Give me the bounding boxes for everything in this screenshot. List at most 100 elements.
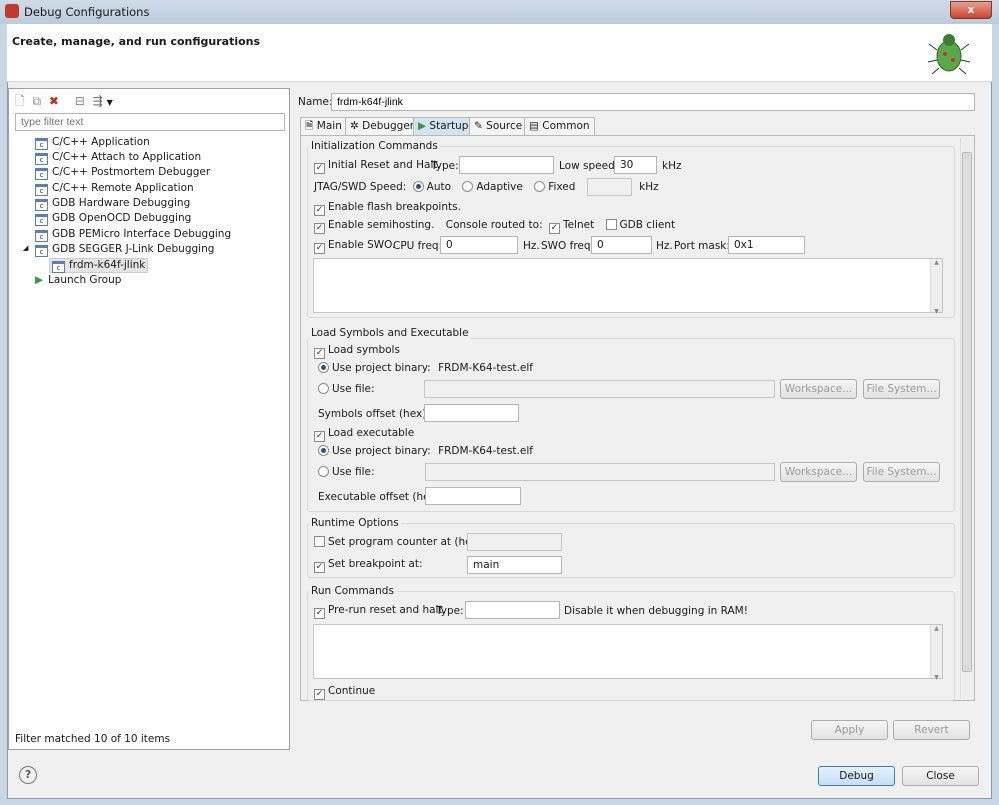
revert-button[interactable]: Revert: [893, 720, 970, 740]
use-project-binary-radio[interactable]: [318, 445, 329, 456]
config-type-icon: c: [35, 184, 48, 196]
continue-checkbox[interactable]: ✓: [314, 689, 325, 700]
tab-main[interactable]: 🗎 Main: [300, 117, 347, 136]
type-label: Type:: [431, 160, 459, 172]
close-window-button[interactable]: x: [950, 1, 992, 19]
debug-button[interactable]: Debug: [818, 766, 895, 786]
label: Use project binary:: [332, 362, 431, 374]
tree-item-selected[interactable]: c frdm-k64f-jlink: [49, 258, 149, 273]
set-breakpoint-checkbox[interactable]: ✓: [314, 562, 325, 573]
tree-item-label: C/C++ Application: [52, 136, 150, 148]
use-file-radio[interactable]: [318, 383, 329, 394]
tree-item-label: C/C++ Postmortem Debugger: [52, 166, 211, 178]
config-type-icon: c: [35, 214, 48, 226]
tab-debugger[interactable]: ✲ Debugger: [345, 117, 420, 136]
tab-startup[interactable]: ▶ Startup: [413, 117, 474, 136]
tree-item[interactable]: c GDB PEMicro Interface Debugging: [35, 228, 231, 243]
tree-item[interactable]: c C/C++ Remote Application: [35, 182, 194, 197]
label: Use file:: [332, 466, 375, 478]
tree-item-label: GDB SEGGER J-Link Debugging: [52, 243, 215, 255]
telnet-checkbox[interactable]: ✓: [548, 223, 560, 234]
init-commands-textarea[interactable]: ▲ ▼: [313, 258, 943, 315]
filter-input[interactable]: [15, 113, 285, 131]
new-config-icon[interactable]: 🗋: [15, 94, 25, 108]
low-speed-input[interactable]: 30: [614, 156, 657, 174]
tab-source[interactable]: ✎ Source: [469, 117, 528, 136]
adaptive-radio[interactable]: [462, 181, 474, 192]
source-icon: ✎: [474, 120, 483, 132]
tab-common[interactable]: ▤ Common: [524, 117, 595, 136]
jtag-speed-row: JTAG/SWD Speed: Auto Adaptive Fixed kHz: [314, 178, 659, 196]
executable-file-input[interactable]: [425, 463, 775, 481]
filter-icon[interactable]: ⇶: [93, 94, 103, 108]
group-title: Runtime Options: [309, 517, 401, 529]
flash-bp-checkbox[interactable]: ✓: [314, 205, 325, 216]
tree-item[interactable]: c C/C++ Application: [35, 136, 150, 151]
label: Console routed to:: [445, 219, 543, 231]
launch-group-icon: ▶: [35, 274, 44, 286]
tree-item[interactable]: c C/C++ Attach to Application: [35, 151, 201, 166]
set-pc-checkbox[interactable]: [314, 536, 325, 547]
semihosting-checkbox[interactable]: ✓: [314, 223, 325, 234]
apply-button[interactable]: Apply: [811, 720, 888, 740]
gdb-client-checkbox[interactable]: [605, 219, 617, 230]
tree-item[interactable]: c GDB OpenOCD Debugging: [35, 212, 191, 227]
tree-item-label: GDB PEMicro Interface Debugging: [52, 228, 232, 240]
swo-checkbox[interactable]: ✓: [314, 243, 325, 254]
file-system-button[interactable]: File System...: [863, 379, 940, 399]
reset-type-input[interactable]: [459, 156, 554, 174]
tree-item[interactable]: c C/C++ Postmortem Debugger: [35, 166, 210, 181]
label: Auto: [426, 181, 452, 193]
help-icon[interactable]: ?: [19, 766, 37, 784]
use-file-radio[interactable]: [318, 466, 329, 477]
textarea-scrollbar[interactable]: ▲ ▼: [930, 625, 942, 681]
collapse-all-icon[interactable]: ⊟: [75, 94, 85, 108]
tree-item-label: frdm-k64f-jlink: [69, 259, 146, 271]
config-type-icon: c: [35, 245, 48, 257]
document-icon: 🗎: [305, 120, 314, 132]
reset-halt-checkbox[interactable]: ✓: [314, 163, 325, 174]
load-symbols-row: ✓ Load symbols: [314, 344, 400, 359]
hz-label: Hz.: [656, 240, 673, 252]
fixed-speed-input[interactable]: [586, 178, 632, 196]
tab-label: Startup: [429, 120, 469, 132]
pc-input[interactable]: [467, 533, 562, 551]
auto-radio[interactable]: [412, 181, 424, 192]
textarea-scrollbar[interactable]: ▲ ▼: [930, 259, 942, 315]
tree-item[interactable]: c GDB Hardware Debugging: [35, 197, 190, 212]
form-scrollbar[interactable]: [960, 138, 973, 699]
file-system-button[interactable]: File System...: [863, 462, 940, 482]
symbols-file-input[interactable]: [424, 380, 775, 398]
breakpoint-input[interactable]: main: [467, 556, 562, 574]
tab-label: Common: [542, 120, 590, 132]
delete-icon[interactable]: ✖: [49, 94, 59, 108]
load-executable-checkbox[interactable]: ✓: [314, 431, 325, 442]
tree-item[interactable]: c GDB SEGGER J-Link Debugging: [35, 243, 214, 258]
name-input[interactable]: [331, 93, 975, 111]
close-button[interactable]: Close: [902, 766, 979, 786]
workspace-button[interactable]: Workspace...: [780, 462, 857, 482]
load-symbols-checkbox[interactable]: ✓: [314, 348, 325, 359]
expand-arrow-icon[interactable]: ◢: [23, 244, 28, 252]
run-commands-textarea[interactable]: ▲ ▼: [313, 624, 943, 681]
pc-row: Set program counter at (hex):: [314, 536, 485, 548]
scroll-thumb[interactable]: [962, 152, 972, 672]
cpu-freq-input[interactable]: 0: [440, 236, 518, 254]
label: Use project binary:: [332, 445, 431, 457]
label: Enable flash breakpoints.: [328, 201, 461, 213]
filter-status: Filter matched 10 of 10 items: [15, 733, 171, 745]
fixed-radio[interactable]: [534, 181, 546, 192]
chevron-down-icon[interactable]: ▼: [107, 98, 113, 107]
symbols-offset-input[interactable]: [424, 404, 519, 422]
prerun-row: ✓ Pre-run reset and halt.: [314, 604, 446, 619]
use-project-binary-radio[interactable]: [318, 362, 329, 373]
tree-item[interactable]: ▶ Launch Group: [35, 274, 121, 289]
prerun-checkbox[interactable]: ✓: [314, 608, 325, 619]
tab-label: Main: [316, 120, 342, 132]
port-mask-input[interactable]: 0x1: [728, 236, 805, 254]
swo-freq-input[interactable]: 0: [591, 236, 652, 254]
duplicate-icon[interactable]: ⧉: [32, 94, 41, 108]
prerun-type-input[interactable]: [465, 601, 560, 619]
workspace-button[interactable]: Workspace...: [780, 379, 857, 399]
executable-offset-input[interactable]: [425, 487, 521, 505]
